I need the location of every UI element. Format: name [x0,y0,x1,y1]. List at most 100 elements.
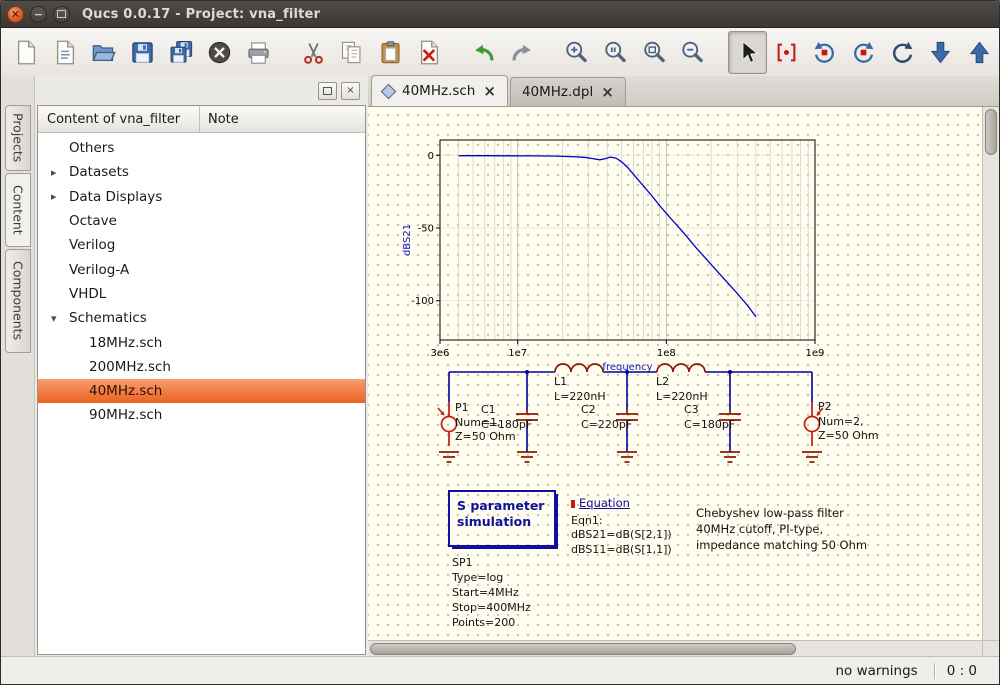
rotate-button[interactable] [806,31,845,74]
content-panel: × Content of vna_filter Note Others ▸Dat… [35,76,368,657]
window-maximize-button[interactable] [53,6,70,23]
tab-close-icon[interactable]: × [483,85,496,98]
schematic-canvas[interactable]: 3e61e71e81e90-50-100frequencydBS21 [368,107,983,641]
print-icon [245,39,272,66]
inductor-l1-symbol[interactable] [555,364,603,372]
save-button[interactable] [123,31,162,74]
cut-button[interactable] [294,31,333,74]
tree-item-40mhz-sch[interactable]: 40MHz.sch [38,379,365,403]
chevron-down-icon[interactable]: ▾ [51,312,65,325]
print-button[interactable] [239,31,278,74]
svg-text:-50: -50 [418,224,434,235]
select-pointer-icon [734,39,761,66]
tab-close-icon[interactable]: × [601,86,614,99]
schematic-file-icon [381,83,397,99]
save-all-button[interactable] [162,31,201,74]
dock-close-button[interactable]: × [341,82,360,100]
qucs-window: ✕ − Qucs 0.0.17 - Project: vna_filter [0,0,1000,685]
toolbar-separator [278,28,294,76]
mirror-y-button[interactable] [883,31,922,74]
select-button[interactable] [728,31,767,74]
tree-item-18mhz-sch[interactable]: 18MHz.sch [38,330,365,354]
sidebar-tab-projects[interactable]: Projects [5,105,31,171]
mirror-x-button[interactable] [844,31,883,74]
undo-icon [470,39,497,66]
open-folder-icon [90,39,117,66]
cut-icon [300,39,327,66]
tree-item-verilog-a[interactable]: Verilog-A [38,257,365,281]
inductor-l2-symbol[interactable] [657,364,705,372]
toolbar-separator [448,28,464,76]
s21-frequency-plot[interactable]: 3e61e71e81e90-50-100frequencydBS21 [398,125,828,375]
project-content-tree: Others ▸Datasets ▸Data Displays Octave V… [38,133,365,654]
header-column-note[interactable]: Note [200,112,239,127]
delete-button[interactable] [410,31,449,74]
tree-item-data-displays[interactable]: ▸Data Displays [38,185,365,209]
port-p1-symbol[interactable] [438,402,457,446]
horizontal-scrollbar-thumb[interactable] [370,643,796,655]
sidebar-tab-components[interactable]: Components [5,249,31,353]
window-minimize-button[interactable]: − [30,6,47,23]
vertical-scrollbar[interactable] [982,107,999,641]
undo-button[interactable] [464,31,503,74]
chevron-right-icon[interactable]: ▸ [51,190,65,203]
equation-block[interactable]: Equation Eqn1: dBS21=dB(S[2,1]) dBS11=dB… [571,496,672,557]
warnings-status: no warnings [835,663,917,679]
wire-node-dot [525,370,732,374]
inductor-l2-labels[interactable]: L2L=220nH [656,375,708,404]
redo-button[interactable] [503,31,542,74]
pop-out-button[interactable] [960,31,999,74]
tab-40mhz-dpl[interactable]: 40MHz.dpl × [510,77,626,106]
redo-icon [509,39,536,66]
tree-item-90mhz-sch[interactable]: 90MHz.sch [38,403,365,427]
tree-item-200mhz-sch[interactable]: 200MHz.sch [38,355,365,379]
tab-40mhz-sch[interactable]: 40MHz.sch × [371,75,508,106]
zoom-1-1-button[interactable] [596,31,635,74]
open-button[interactable] [84,31,123,74]
titlebar: ✕ − Qucs 0.0.17 - Project: vna_filter [1,1,999,28]
tree-item-schematics[interactable]: ▾Schematics [38,306,365,330]
horizontal-scrollbar[interactable] [368,640,983,657]
svg-text:-100: -100 [411,296,434,307]
header-column-content[interactable]: Content of vna_filter [38,106,200,132]
toolbar-separator [542,28,558,76]
paste-button[interactable] [371,31,410,74]
new-document-icon [13,39,40,66]
zoom-out-button[interactable] [674,31,713,74]
inductor-l1-labels[interactable]: L1L=220nH [554,375,606,404]
delete-icon [416,39,443,66]
schematic-note-text[interactable]: Chebyshev low-pass filter 40MHz cutoff, … [696,505,867,553]
svg-text:0: 0 [428,151,434,162]
capacitor-c3-labels[interactable]: C3C=180pF [684,403,735,432]
mirror-y-icon [889,39,916,66]
new-text-document-button[interactable] [46,31,85,74]
statusbar: no warnings 0 : 0 [1,656,999,684]
new-document-button[interactable] [7,31,46,74]
chevron-right-icon[interactable]: ▸ [51,166,65,179]
dock-float-button[interactable] [318,82,337,100]
tree-item-others[interactable]: Others [38,136,365,160]
sp1-properties[interactable]: SP1 Type=log Start=4MHz Stop=400MHz Poin… [452,555,531,630]
copy-button[interactable] [332,31,371,74]
capacitor-c2-labels[interactable]: C2C=220pF [581,403,632,432]
capacitor-c1-labels[interactable]: C1C=180pF [481,403,532,432]
vertical-scrollbar-thumb[interactable] [985,109,997,155]
zoom-1-1-icon [602,39,629,66]
zoom-out-icon [679,39,706,66]
go-into-subcircuit-button[interactable] [922,31,961,74]
s-parameter-simulation-box[interactable]: S parameter simulation [448,490,556,547]
ground-symbol [439,452,822,462]
zoom-fit-button[interactable] [635,31,674,74]
insert-port-icon [773,39,800,66]
port-p2-labels[interactable]: P2Num=2,Z=50 Ohm [818,400,879,444]
window-close-button[interactable]: ✕ [7,6,24,23]
tree-item-datasets[interactable]: ▸Datasets [38,160,365,184]
sidebar-tab-content[interactable]: Content [5,173,31,247]
tree-item-verilog[interactable]: Verilog [38,233,365,257]
tree-item-vhdl[interactable]: VHDL [38,282,365,306]
close-document-button[interactable] [200,31,239,74]
zoom-in-button[interactable] [558,31,597,74]
zoom-fit-icon [641,39,668,66]
tree-item-octave[interactable]: Octave [38,209,365,233]
insert-port-button[interactable] [767,31,806,74]
